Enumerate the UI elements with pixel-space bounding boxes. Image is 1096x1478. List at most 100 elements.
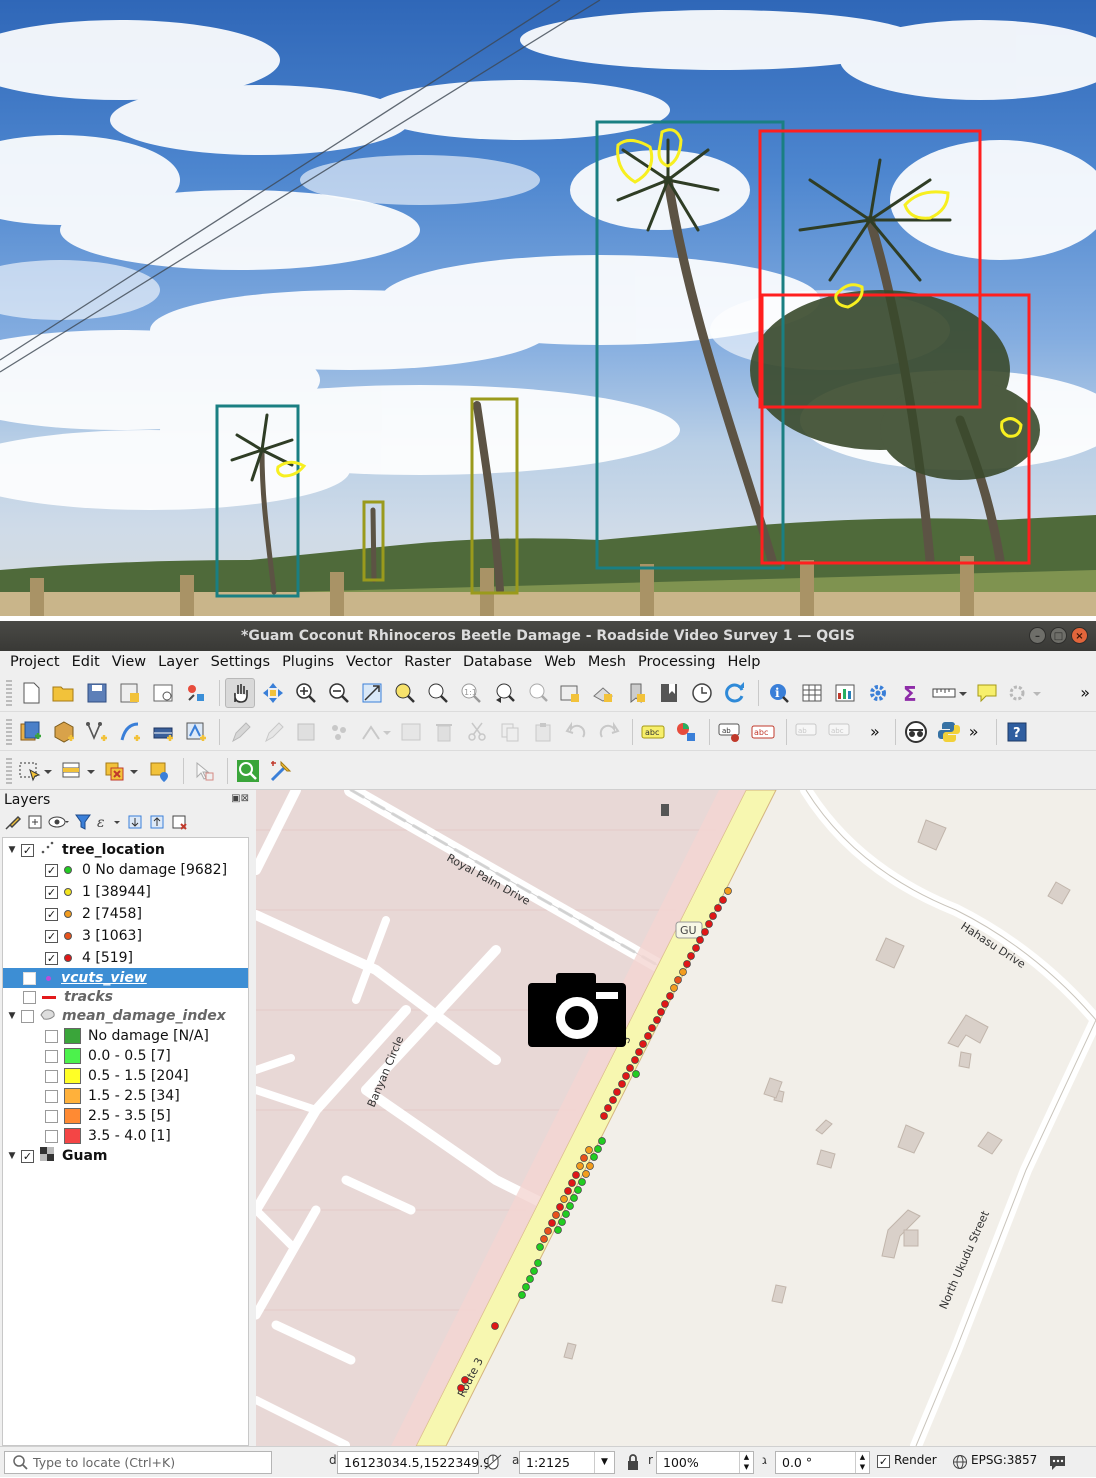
legend-checkbox[interactable] [45, 1029, 58, 1043]
layer-visibility-checkbox[interactable]: ✓ [21, 1149, 34, 1163]
layer-mean-damage-index[interactable]: ▼ mean_damage_index [3, 1006, 248, 1026]
legend-item[interactable]: ✓ 2 [7458] [3, 904, 248, 924]
minimize-button[interactable]: – [1029, 627, 1046, 644]
legend-checkbox[interactable] [45, 1129, 58, 1143]
diagram-options-icon[interactable] [671, 717, 701, 747]
statistical-summary-sigma-icon[interactable]: Σ [896, 678, 926, 708]
zoom-in-icon[interactable] [291, 678, 321, 708]
save-edits-icon[interactable] [291, 717, 321, 747]
modify-attributes-icon[interactable] [396, 717, 426, 747]
filter-legend-funnel-icon[interactable] [74, 813, 92, 835]
toolbar-overflow-icon[interactable]: » [969, 722, 979, 741]
legend-checkbox[interactable]: ✓ [45, 885, 58, 899]
identify-features-icon[interactable]: i [764, 678, 794, 708]
layer-visibility-checkbox[interactable] [23, 990, 36, 1004]
save-project-icon[interactable] [82, 678, 112, 708]
undo-icon[interactable] [561, 717, 591, 747]
help-contents-icon[interactable]: ? [1002, 717, 1032, 747]
add-group-icon[interactable] [26, 813, 44, 835]
legend-checkbox[interactable]: ✓ [45, 863, 58, 877]
menu-layer[interactable]: Layer [152, 654, 204, 670]
select-by-location-icon[interactable] [145, 756, 175, 786]
zoom-last-icon[interactable] [489, 678, 519, 708]
measure-line-icon[interactable] [929, 678, 969, 708]
layer-tree-location[interactable]: ▼ ✓ tree_location [3, 840, 248, 860]
statistical-summary-table-icon[interactable] [830, 678, 860, 708]
render-checkbox[interactable]: ✓ [877, 1455, 890, 1468]
new-project-icon[interactable] [16, 678, 46, 708]
coordinate-field[interactable]: 16123034.5,1522349.9 [337, 1451, 491, 1474]
menu-web[interactable]: Web [538, 654, 582, 670]
collapse-all-icon[interactable] [148, 813, 166, 835]
spinner-arrows-icon[interactable]: ▲ ▼ [855, 1452, 869, 1473]
menu-vector[interactable]: Vector [340, 654, 398, 670]
toggle-editing-pencil-icon[interactable] [258, 717, 288, 747]
add-feature-icon[interactable] [324, 717, 354, 747]
legend-item[interactable]: 0.5 - 1.5 [204] [3, 1066, 248, 1086]
refresh-icon[interactable] [720, 678, 750, 708]
new-temporary-layer-icon[interactable] [181, 717, 211, 747]
crs-label[interactable]: EPSG:3857 [971, 1453, 1037, 1467]
legend-item[interactable]: 1.5 - 2.5 [34] [3, 1086, 248, 1106]
rotate-label-icon[interactable]: abc [825, 717, 855, 747]
spinner-arrows-icon[interactable]: ▲ ▼ [739, 1452, 753, 1473]
style-manager-icon[interactable] [181, 678, 211, 708]
select-by-attribute-icon[interactable] [59, 756, 99, 786]
toggle-extents-mouse-icon[interactable] [484, 1452, 502, 1476]
legend-item[interactable]: ✓ 3 [1063] [3, 926, 248, 946]
new-shapefile-icon[interactable] [82, 717, 112, 747]
zoom-to-layer-icon[interactable] [423, 678, 453, 708]
new-virtual-layer-icon[interactable] [148, 717, 178, 747]
collapse-arrow-icon[interactable]: ▼ [7, 1151, 17, 1161]
legend-checkbox[interactable] [45, 1089, 58, 1103]
cut-features-icon[interactable] [462, 717, 492, 747]
layer-tracks[interactable]: tracks [3, 987, 248, 1007]
toolbar-overflow-icon[interactable]: » [870, 722, 880, 741]
show-hide-labels-icon[interactable]: abc [748, 717, 778, 747]
vertex-tool-icon[interactable] [357, 717, 393, 747]
new-geopackage-icon[interactable] [49, 717, 79, 747]
map-canvas[interactable]: GU Royal Palm Drive Banyan Circle Hahasu… [256, 790, 1096, 1446]
legend-item[interactable]: 3.5 - 4.0 [1] [3, 1126, 248, 1146]
toolbox-gear-icon[interactable] [863, 678, 893, 708]
copy-features-icon[interactable] [495, 717, 525, 747]
locate-search-field[interactable]: Type to locate (Ctrl+K) [4, 1451, 272, 1474]
collapse-arrow-icon[interactable]: ▼ [7, 845, 17, 855]
layer-visibility-checkbox[interactable]: ✓ [21, 843, 34, 857]
legend-item[interactable]: 0.0 - 0.5 [7] [3, 1046, 248, 1066]
menu-raster[interactable]: Raster [398, 654, 457, 670]
locator-search-icon[interactable] [233, 756, 263, 786]
open-layer-styling-icon[interactable] [4, 813, 22, 835]
legend-item[interactable]: No damage [N/A] [3, 1026, 248, 1046]
layer-visibility-checkbox[interactable] [23, 971, 36, 985]
current-edits-icon[interactable] [225, 717, 255, 747]
legend-item[interactable]: ✓ 1 [38944] [3, 882, 248, 902]
zoom-native-icon[interactable]: 1:1 [456, 678, 486, 708]
attribute-table-icon[interactable] [797, 678, 827, 708]
legend-checkbox[interactable]: ✓ [45, 929, 58, 943]
redo-icon[interactable] [594, 717, 624, 747]
new-spatialite-icon[interactable] [115, 717, 145, 747]
legend-checkbox[interactable] [45, 1069, 58, 1083]
new-map-view-icon[interactable] [555, 678, 585, 708]
lock-scale-icon[interactable] [626, 1452, 640, 1476]
zoom-next-icon[interactable] [522, 678, 552, 708]
label-toolbar-abc-icon[interactable]: abc [638, 717, 668, 747]
zoom-out-icon[interactable] [324, 678, 354, 708]
legend-checkbox[interactable] [45, 1049, 58, 1063]
legend-checkbox[interactable] [45, 1109, 58, 1123]
layer-visibility-checkbox[interactable] [21, 1009, 34, 1023]
magnifier-field[interactable]: 100% ▲ ▼ [656, 1451, 754, 1474]
menu-processing[interactable]: Processing [632, 654, 721, 670]
move-label-icon[interactable]: ab [792, 717, 822, 747]
new-bookmark-icon[interactable] [621, 678, 651, 708]
select-features-icon[interactable] [16, 756, 56, 786]
collapse-arrow-icon[interactable]: ▼ [7, 1011, 17, 1021]
camera-icon[interactable] [528, 973, 626, 1047]
legend-item[interactable]: 2.5 - 3.5 [5] [3, 1106, 248, 1126]
dropdown-arrow-icon[interactable]: ▼ [594, 1452, 614, 1473]
filter-by-expression-icon[interactable]: ε [96, 813, 122, 835]
zoom-full-icon[interactable] [357, 678, 387, 708]
python-console-icon[interactable] [934, 717, 964, 747]
print-layout-icon[interactable] [148, 678, 178, 708]
